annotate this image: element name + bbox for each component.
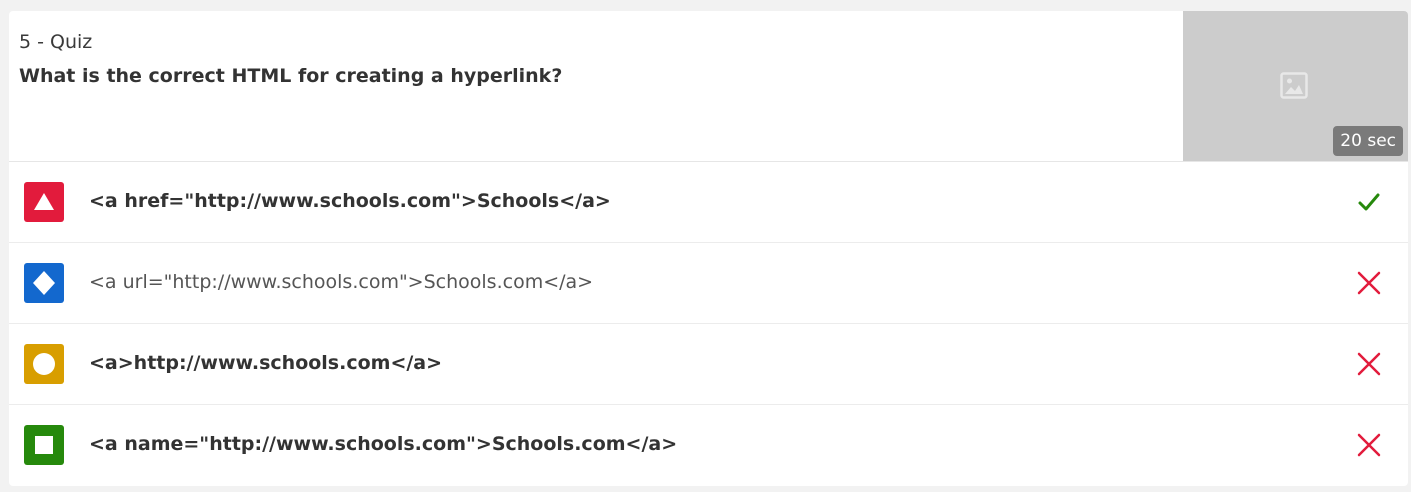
question-number-label: 5 - Quiz — [19, 31, 93, 53]
circle-icon — [33, 353, 55, 375]
answer-text: <a>http://www.schools.com</a> — [89, 352, 443, 374]
question-text: What is the correct HTML for creating a … — [19, 65, 563, 87]
cross-icon — [1357, 271, 1381, 295]
answer-text: <a href="http://www.schools.com">Schools… — [89, 190, 611, 212]
cross-icon — [1357, 352, 1381, 376]
answer-shape-green — [24, 425, 64, 465]
triangle-icon — [34, 193, 54, 210]
question-image-placeholder[interactable]: 20 sec — [1183, 11, 1408, 161]
answer-shape-blue — [24, 263, 64, 303]
time-limit-badge: 20 sec — [1333, 126, 1403, 156]
square-icon — [35, 436, 53, 454]
answer-text: <a name="http://www.schools.com">Schools… — [89, 433, 678, 455]
cross-icon — [1357, 433, 1381, 457]
question-header: 5 - Quiz What is the correct HTML for cr… — [9, 11, 1408, 162]
answer-option[interactable]: <a url="http://www.schools.com">Schools.… — [9, 243, 1408, 324]
answer-text: <a url="http://www.schools.com">Schools.… — [89, 271, 594, 293]
image-icon — [1280, 72, 1308, 99]
answer-option[interactable]: <a>http://www.schools.com</a> — [9, 324, 1408, 405]
quiz-question-card: 5 - Quiz What is the correct HTML for cr… — [9, 11, 1408, 486]
diamond-icon — [33, 271, 55, 295]
answer-shape-yellow — [24, 344, 64, 384]
check-icon — [1358, 193, 1380, 211]
answer-option[interactable]: <a href="http://www.schools.com">Schools… — [9, 162, 1408, 243]
answer-shape-red — [24, 182, 64, 222]
answer-option[interactable]: <a name="http://www.schools.com">Schools… — [9, 405, 1408, 485]
